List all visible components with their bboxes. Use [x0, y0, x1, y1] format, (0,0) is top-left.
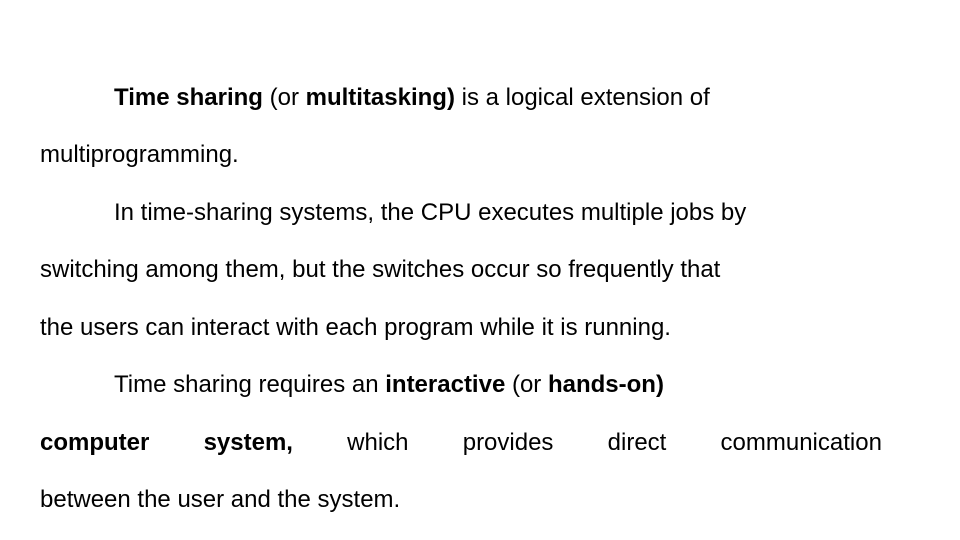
text-line: between the user and the system.	[40, 486, 401, 513]
text-line: the users can interact with each program…	[40, 314, 671, 341]
text-line: Time sharing requires an interactive (or…	[114, 371, 664, 398]
term-interactive: interactive	[385, 371, 506, 398]
text-line: Time sharing (or multitasking) is a logi…	[114, 84, 710, 111]
text-line: multiprogramming.	[40, 141, 239, 168]
text-line: switching among them, but the switches o…	[40, 256, 721, 283]
term-time-sharing: Time sharing	[114, 84, 263, 111]
term-hands-on: hands-on)	[547, 371, 664, 398]
term-multitasking: multitasking)	[305, 84, 455, 111]
text-line-justified: computer system, which provides direct c…	[40, 423, 882, 463]
term-system: system,	[203, 429, 293, 456]
term-computer: computer	[40, 429, 150, 456]
text-line: In time-sharing systems, the CPU execute…	[114, 199, 747, 226]
